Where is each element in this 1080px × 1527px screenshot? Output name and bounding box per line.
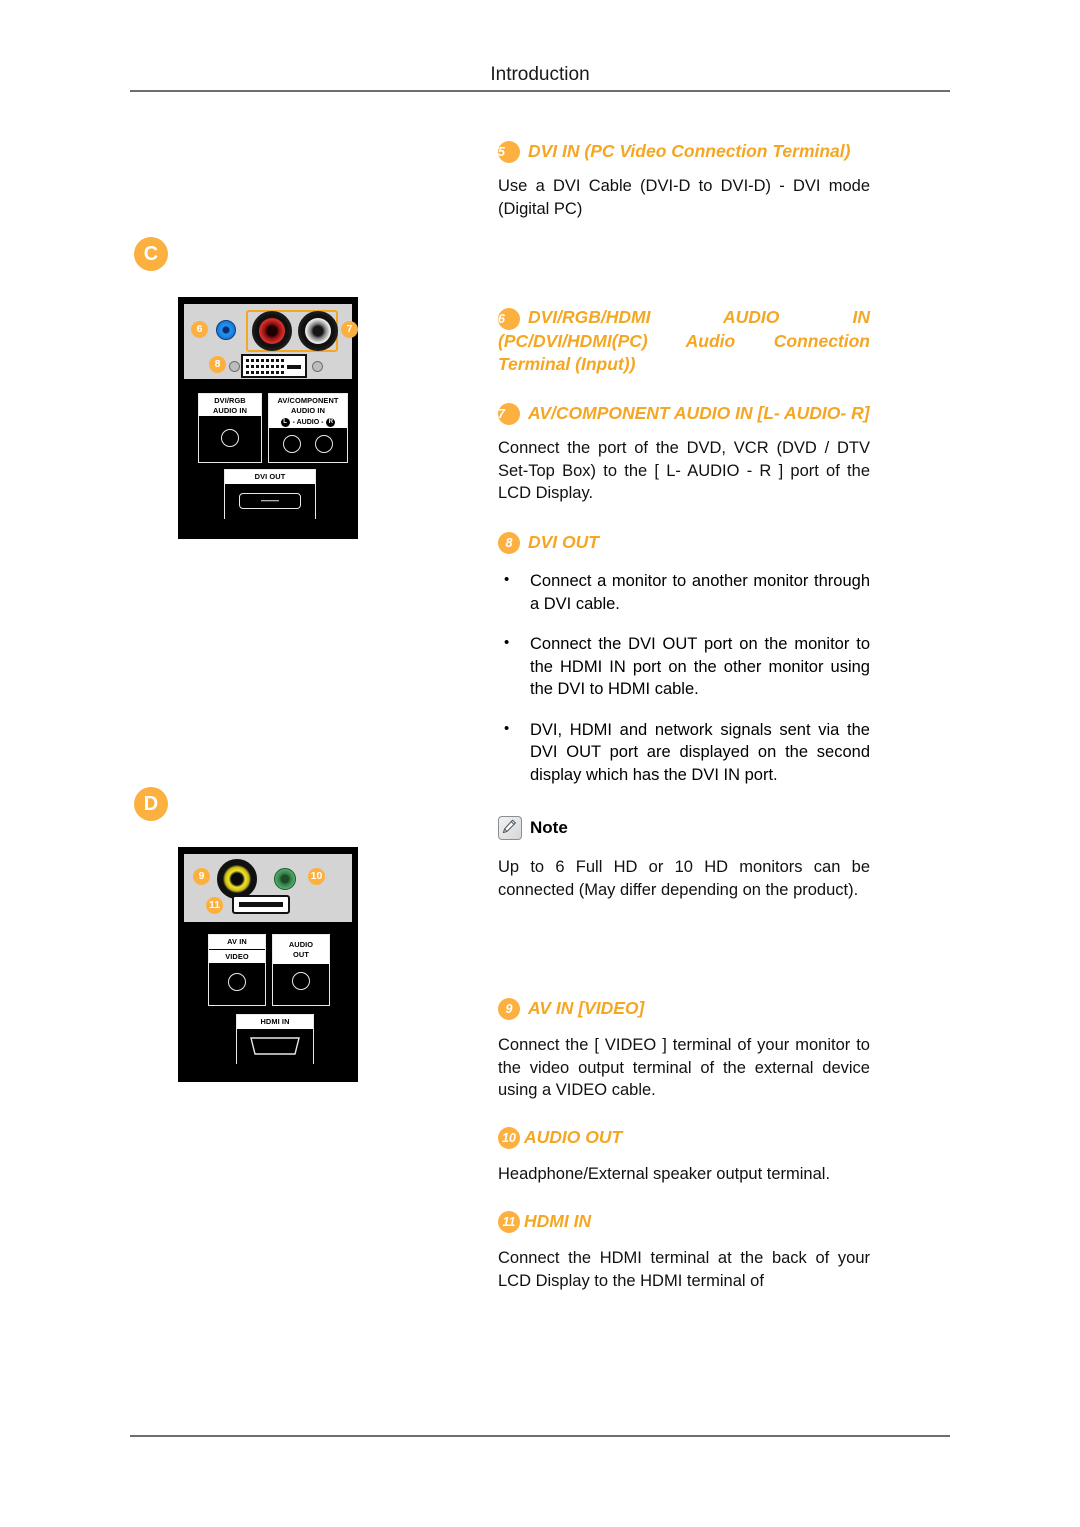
dvi-screw-right-icon xyxy=(312,361,323,372)
dvi-screw-left-icon xyxy=(229,361,240,372)
list-item: DVI, HDMI and network signals sent via t… xyxy=(498,718,870,787)
port-audio-out-label: AUDIO OUT xyxy=(273,935,329,964)
figure-d-panel: 9 10 11 AV IN VIDEO AUDIO OUT HDMI IN xyxy=(178,847,358,1082)
section-heading-av-in-video: 9 AV IN [VIDEO] xyxy=(498,997,870,1021)
page-header-title: Introduction xyxy=(490,64,590,85)
section-body-av-component-audio-in: Connect the port of the DVD, VCR (DVD / … xyxy=(498,439,870,503)
port-audio-out-body xyxy=(273,964,329,999)
figure-d: D 9 10 11 AV IN VIDEO AUDIO OUT HDMI IN xyxy=(130,787,460,1082)
header-divider xyxy=(130,90,950,92)
audio-out-jack-icon xyxy=(274,868,296,890)
port-lr-audio-band: L - AUDIO - R xyxy=(269,416,347,428)
section-title-text: DVI/RGB/HDMI AUDIO IN (PC/DVI/HDMI(PC) A… xyxy=(498,307,870,374)
callout-11: 11 xyxy=(206,897,223,914)
audio-in-left-rca-icon xyxy=(298,311,338,351)
dvi-pins-icon xyxy=(246,359,284,375)
figure-c: C 6 7 8 DVI/RGB AUDIO IN AV/COMPONENT AU… xyxy=(130,237,460,539)
hdmi-slot-icon xyxy=(250,1036,300,1055)
audio-in-right-rca-icon xyxy=(252,311,292,351)
callout-7: 7 xyxy=(341,321,358,338)
callout-8: 8 xyxy=(209,356,226,373)
dvi-out-connector-icon xyxy=(241,354,307,378)
document-page: Introduction C 6 7 8 DVI/RGB AUDIO IN AV… xyxy=(0,0,1080,1527)
list-item: Connect the DVI OUT port on the monitor … xyxy=(498,632,870,701)
port-av-in-body xyxy=(209,963,265,1001)
port-hdmi-in-label: HDMI IN xyxy=(237,1015,313,1029)
port-dvi-out: DVI OUT xyxy=(224,469,316,519)
port-dvi-rgb-audio-in: DVI/RGB AUDIO IN xyxy=(198,393,262,463)
figure-c-panel: 6 7 8 DVI/RGB AUDIO IN AV/COMPONENT AUDI… xyxy=(178,297,358,539)
av-in-video-rca-icon xyxy=(217,859,257,899)
note-label-text: Note xyxy=(530,818,568,837)
port-dvi-rgb-audio-in-body xyxy=(199,416,261,460)
port-av-component-label: AV/COMPONENT AUDIO IN xyxy=(269,394,347,416)
pc-audio-in-jack-icon xyxy=(216,320,236,340)
section-body-audio-out: Headphone/External speaker output termin… xyxy=(498,1165,831,1184)
figure-d-marker: D xyxy=(134,787,460,821)
section-badge-8: 8 xyxy=(498,532,520,554)
section-title-text: HDMI IN xyxy=(524,1210,592,1231)
section-title-text: DVI IN (PC Video Connection Terminal) xyxy=(528,141,851,161)
note-body: Up to 6 Full HD or 10 HD monitors can be… xyxy=(498,858,870,899)
port-av-component-body xyxy=(269,428,347,460)
section-badge-5: 5 xyxy=(498,141,520,164)
section-heading-dvi-in: 5 DVI IN (PC Video Connection Terminal) xyxy=(498,140,870,164)
port-video-label: VIDEO xyxy=(209,948,265,963)
section-heading-dvi-out: 8 DVI OUT xyxy=(498,531,870,554)
audio-hole-right-icon xyxy=(315,435,333,453)
port-av-component-audio-in: AV/COMPONENT AUDIO IN L - AUDIO - R xyxy=(268,393,348,463)
list-item: Connect a monitor to another monitor thr… xyxy=(498,569,870,615)
figure-marker-badge: C xyxy=(134,237,168,271)
audio-hole-left-icon xyxy=(283,435,301,453)
section-body-av-in-video: Connect the [ VIDEO ] terminal of your m… xyxy=(498,1036,870,1100)
audio-hole-icon xyxy=(221,429,239,447)
port-dvi-out-label: DVI OUT xyxy=(225,470,315,484)
callout-9: 9 xyxy=(193,868,210,885)
section-title-text: AV IN [VIDEO] xyxy=(528,998,645,1018)
section-heading-av-component-audio-in: 7 AV/COMPONENT AUDIO IN [L- AUDIO- R] xyxy=(498,402,870,426)
section-title-text: AV/COMPONENT AUDIO IN [L- AUDIO- R] xyxy=(528,402,870,423)
port-dvi-out-body xyxy=(225,483,315,519)
lr-left-dot: L xyxy=(280,417,290,427)
section-heading-dvi-rgb-hdmi-audio-in: 6 DVI/RGB/HDMI AUDIO IN (PC/DVI/HDMI(PC) … xyxy=(498,306,870,375)
figure-d-connector-plate: 9 10 11 xyxy=(178,847,358,922)
port-av-in-label: AV IN xyxy=(209,935,265,949)
dvi-out-bullet-list: Connect a monitor to another monitor thr… xyxy=(498,569,870,787)
figure-d-label-plate: AV IN VIDEO AUDIO OUT HDMI IN xyxy=(178,922,358,1082)
lr-mid-label: - AUDIO - xyxy=(292,418,324,426)
audio-out-hole-icon xyxy=(292,972,310,990)
note-pencil-icon xyxy=(498,816,522,840)
section-body-hdmi-in: Connect the HDMI terminal at the back of… xyxy=(498,1249,870,1290)
port-av-in-video: AV IN VIDEO xyxy=(208,934,266,1006)
section-badge-11: 11 xyxy=(498,1211,520,1234)
hdmi-in-connector-icon xyxy=(232,895,290,914)
section-badge-9: 9 xyxy=(498,998,520,1021)
section-heading-hdmi-in: 11 HDMI IN xyxy=(498,1210,870,1234)
section-body-dvi-in: Use a DVI Cable (DVI-D to DVI-D) - DVI m… xyxy=(498,177,870,218)
dvi-blade-icon xyxy=(287,365,301,369)
port-hdmi-in-body xyxy=(237,1028,313,1064)
section-badge-7: 7 xyxy=(498,403,520,426)
section-heading-audio-out: 10 AUDIO OUT xyxy=(498,1126,870,1150)
figure-c-marker: C xyxy=(134,237,460,271)
dvi-out-slot-icon xyxy=(239,492,301,509)
figure-marker-badge: D xyxy=(134,787,168,821)
note-heading: Note xyxy=(498,816,870,840)
text-column: 5 DVI IN (PC Video Connection Terminal) U… xyxy=(498,110,870,1316)
callout-10: 10 xyxy=(308,868,325,885)
section-title-text: DVI OUT xyxy=(528,531,599,552)
video-hole-icon xyxy=(228,973,246,991)
figure-c-connector-plate: 6 7 8 xyxy=(178,297,358,379)
section-badge-10: 10 xyxy=(498,1127,520,1150)
section-title-text: AUDIO OUT xyxy=(524,1126,623,1147)
lr-right-dot: R xyxy=(326,417,336,427)
port-dvi-rgb-audio-in-label: DVI/RGB AUDIO IN xyxy=(199,394,261,416)
figure-c-label-plate: DVI/RGB AUDIO IN AV/COMPONENT AUDIO IN L… xyxy=(178,379,358,539)
port-hdmi-in: HDMI IN xyxy=(236,1014,314,1064)
figures-column: C 6 7 8 DVI/RGB AUDIO IN AV/COMPONENT AU… xyxy=(130,110,460,1082)
port-audio-out: AUDIO OUT xyxy=(272,934,330,1006)
section-badge-6: 6 xyxy=(498,307,520,330)
callout-6: 6 xyxy=(191,321,208,338)
footer-divider xyxy=(130,1435,950,1437)
